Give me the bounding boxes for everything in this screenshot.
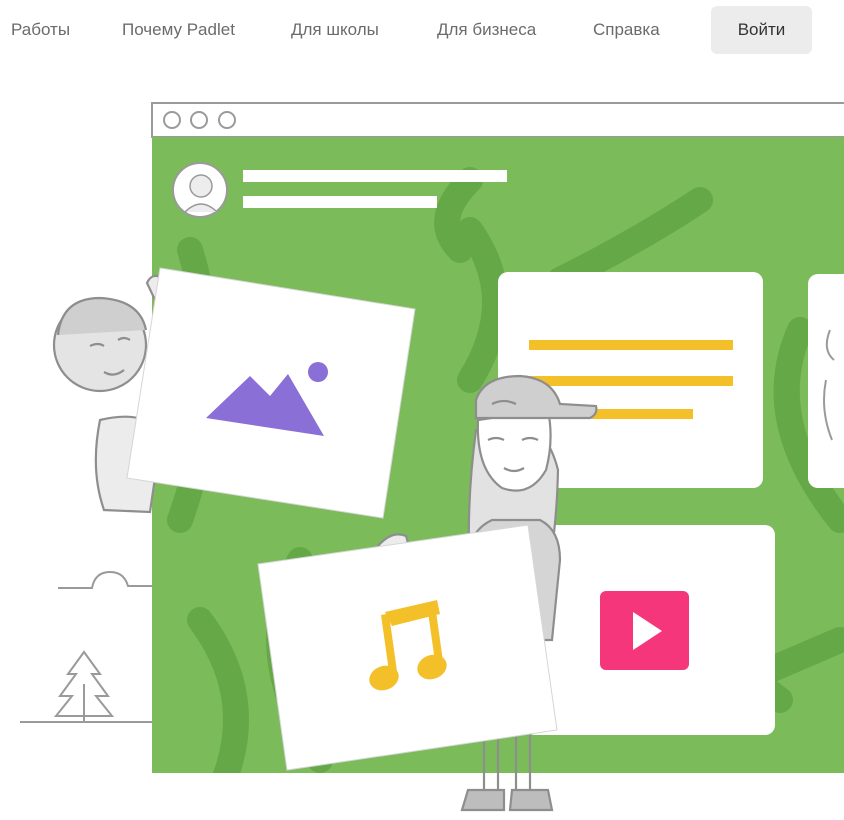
board-title-bar (243, 170, 507, 182)
image-post-card (126, 267, 416, 519)
scenery (20, 570, 152, 723)
tree-icon (53, 650, 115, 722)
cloud-icon (58, 570, 152, 589)
partial-card (808, 274, 844, 488)
video-post-card (525, 525, 775, 735)
music-post-card (257, 524, 558, 771)
board-subtitle-bar (243, 196, 437, 208)
browser-window (151, 102, 844, 138)
hero-illustration (20, 102, 844, 812)
